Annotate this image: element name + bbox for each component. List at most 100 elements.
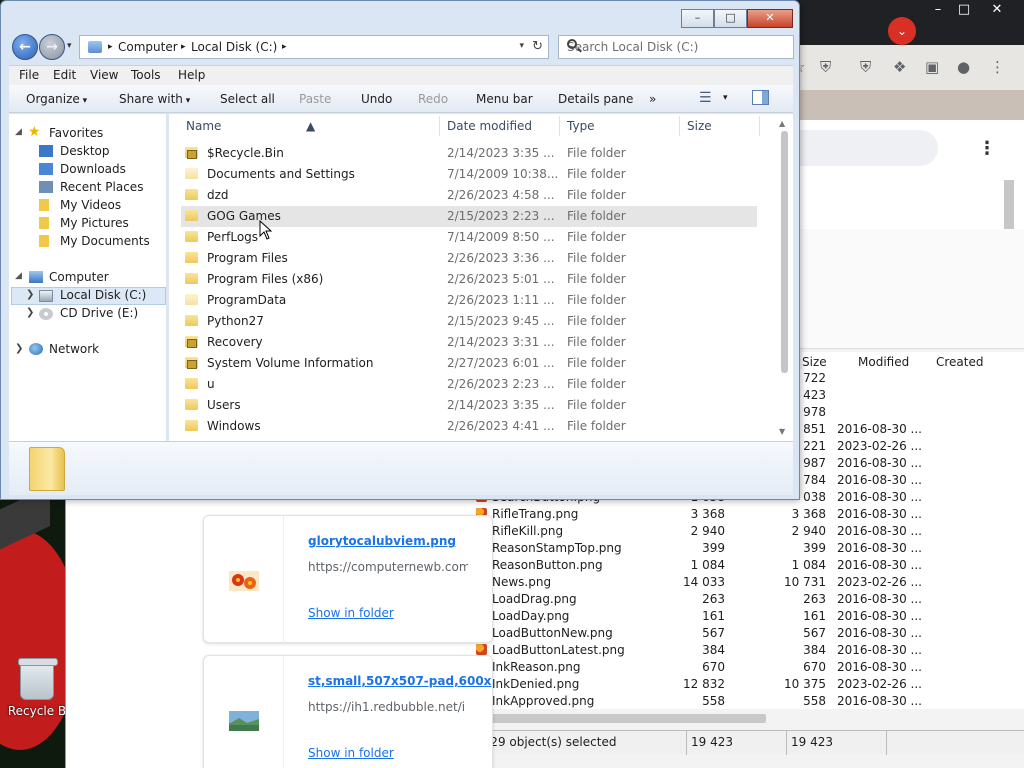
breadcrumb-chevron-icon[interactable]: ▸ xyxy=(181,42,186,52)
recycle-bin-shortcut[interactable]: Recycle B xyxy=(6,658,68,718)
nav-local-disk[interactable]: Local Disk (C:) xyxy=(60,288,146,302)
breadcrumb-local-disk[interactable]: Local Disk (C:) xyxy=(191,40,277,54)
menu-bar-button[interactable]: Menu bar xyxy=(476,92,533,106)
close-button[interactable]: ✕ xyxy=(747,9,793,28)
nav-computer[interactable]: Computer xyxy=(49,270,109,284)
preview-pane-icon[interactable] xyxy=(752,90,769,105)
file-row[interactable]: ProgramData 2/26/2023 1:11 ... File folder xyxy=(181,290,757,311)
organize-button[interactable]: Organize xyxy=(26,92,87,106)
select-all-button[interactable]: Select all xyxy=(220,92,275,106)
chrome-menu-icon[interactable]: ⋮ xyxy=(990,58,1005,76)
menu-edit[interactable]: Edit xyxy=(53,68,76,82)
profile-icon[interactable]: ● xyxy=(957,58,970,76)
show-in-folder-link[interactable]: Show in folder xyxy=(308,746,394,760)
file-row[interactable]: System Volume Information 2/27/2023 6:01 … xyxy=(181,353,757,374)
menu-file[interactable]: File xyxy=(19,68,39,82)
details-pane-button[interactable]: Details pane xyxy=(558,92,633,106)
file-list-scrollbar[interactable]: ▲ ▼ xyxy=(779,119,789,439)
view-options-icon[interactable]: ☰ xyxy=(699,90,712,106)
chrome-profile-badge[interactable]: ⌄ xyxy=(888,17,916,45)
network-expand-icon[interactable]: ❯ xyxy=(15,343,23,354)
breadcrumb-chevron-icon[interactable]: ▸ xyxy=(282,42,287,52)
scroll-up-icon[interactable]: ▲ xyxy=(779,119,785,128)
file-row[interactable]: Python27 2/15/2023 9:45 ... File folder xyxy=(181,311,757,332)
local-disk-expand-icon[interactable]: ❯ xyxy=(26,289,34,300)
menu-tools[interactable]: Tools xyxy=(131,68,161,82)
nav-favorites[interactable]: Favorites xyxy=(49,126,103,140)
column-divider[interactable] xyxy=(679,116,680,136)
download-filename-link[interactable]: st,small,507x507-pad,600x xyxy=(308,674,491,688)
computer-expand-icon[interactable]: ◢ xyxy=(15,271,22,281)
file-row[interactable]: Users 2/14/2023 3:35 ... File folder xyxy=(181,395,757,416)
minimize-button[interactable]: – xyxy=(681,9,714,28)
file-manager-row[interactable]: LoadDrag.png 263 263 2016-08-30 ... xyxy=(466,592,1024,609)
nav-cd-drive[interactable]: CD Drive (E:) xyxy=(60,306,138,320)
file-manager-row[interactable]: ReasonStampTop.png 399 399 2016-08-30 ... xyxy=(466,541,1024,558)
search-icon[interactable] xyxy=(567,39,577,49)
nav-desktop[interactable]: Desktop xyxy=(60,144,110,158)
address-history-chevron-icon[interactable]: ▾ xyxy=(519,41,524,51)
column-name[interactable]: Name xyxy=(186,119,221,133)
favorites-expand-icon[interactable]: ◢ xyxy=(15,127,22,137)
forward-arrow-icon[interactable]: → xyxy=(39,34,65,60)
menu-view[interactable]: View xyxy=(90,68,118,82)
file-manager-hscrollbar[interactable] xyxy=(476,714,766,723)
column-divider[interactable] xyxy=(759,116,760,136)
refresh-icon[interactable]: ↻ xyxy=(532,39,543,54)
nav-network[interactable]: Network xyxy=(49,342,99,356)
column-modified[interactable]: Modified xyxy=(858,355,909,369)
file-row[interactable]: Documents and Settings 7/14/2009 10:38...… xyxy=(181,164,757,185)
column-size[interactable]: Size xyxy=(687,119,712,133)
file-row[interactable]: Program Files (x86) 2/26/2023 5:01 ... Fil… xyxy=(181,269,757,290)
file-manager-row[interactable]: ReasonButton.png 1 084 1 084 2016-08-30 ... xyxy=(466,558,1024,575)
column-date-modified[interactable]: Date modified xyxy=(447,119,532,133)
share-with-button[interactable]: Share with xyxy=(119,92,190,106)
undo-button[interactable]: Undo xyxy=(361,92,392,106)
file-row[interactable]: Recovery 2/14/2023 3:31 ... File folder xyxy=(181,332,757,353)
bookmark-star-icon[interactable]: ⛨ xyxy=(820,58,831,76)
ublock-icon[interactable]: ⛨ xyxy=(860,58,871,76)
column-size[interactable]: Size xyxy=(802,355,827,369)
file-manager-row[interactable]: InkApproved.png 558 558 2016-08-30 ... xyxy=(466,694,1024,711)
nav-my-videos[interactable]: My Videos xyxy=(60,198,121,212)
more-commands-icon[interactable]: » xyxy=(649,92,656,106)
nav-downloads[interactable]: Downloads xyxy=(60,162,126,176)
column-divider[interactable] xyxy=(559,116,560,136)
show-in-folder-link[interactable]: Show in folder xyxy=(308,606,394,620)
menu-help[interactable]: Help xyxy=(178,68,205,82)
back-arrow-icon[interactable]: ← xyxy=(12,34,38,60)
chrome-scrollbar[interactable] xyxy=(1004,180,1014,230)
download-thumbnail[interactable] xyxy=(204,656,284,768)
file-row[interactable]: Windows 2/26/2023 4:41 ... File folder xyxy=(181,416,757,437)
scrollbar-thumb[interactable] xyxy=(781,131,788,373)
address-bar[interactable]: ▸ Computer ▸ Local Disk (C:) ▸ ▾ ↻ xyxy=(79,35,549,59)
file-row[interactable]: Program Files 2/26/2023 3:36 ... File fold… xyxy=(181,248,757,269)
file-manager-row[interactable]: InkReason.png 670 670 2016-08-30 ... xyxy=(466,660,1024,677)
file-row[interactable]: dzd 2/26/2023 4:58 ... File folder xyxy=(181,185,757,206)
search-input[interactable]: Search Local Disk (C:) xyxy=(558,35,794,59)
cd-drive-expand-icon[interactable]: ❯ xyxy=(26,307,34,318)
breadcrumb-chevron-icon[interactable]: ▸ xyxy=(108,42,113,52)
nav-my-pictures[interactable]: My Pictures xyxy=(60,216,129,230)
file-row[interactable]: $Recycle.Bin 2/14/2023 3:35 ... File folde… xyxy=(181,143,757,164)
file-manager-row[interactable]: LoadDay.png 161 161 2016-08-30 ... xyxy=(466,609,1024,626)
file-manager-row[interactable]: News.png 14 033 10 731 2023-02-26 ... xyxy=(466,575,1024,592)
page-menu-icon[interactable]: ⋮ xyxy=(978,138,996,159)
download-thumbnail[interactable] xyxy=(204,516,284,644)
extensions-icon[interactable]: ❖ xyxy=(893,58,906,76)
view-options-chevron-icon[interactable]: ▾ xyxy=(723,93,728,103)
maximize-button[interactable]: □ xyxy=(714,9,747,28)
nav-recent-places[interactable]: Recent Places xyxy=(60,180,143,194)
chrome-close-button[interactable]: ✕ xyxy=(982,2,1012,17)
scroll-down-icon[interactable]: ▼ xyxy=(779,427,785,436)
file-manager-row[interactable]: RifleKill.png 2 940 2 940 2016-08-30 ... xyxy=(466,524,1024,541)
chrome-search-pill[interactable] xyxy=(790,130,938,166)
paste-button[interactable]: Paste xyxy=(299,92,331,106)
column-type[interactable]: Type xyxy=(567,119,595,133)
column-created[interactable]: Created xyxy=(936,355,984,369)
file-manager-row[interactable]: RifleTrang.png 3 368 3 368 2016-08-30 ... xyxy=(466,507,1024,524)
redo-button[interactable]: Redo xyxy=(418,92,448,106)
file-manager-row[interactable]: LoadButtonNew.png 567 567 2016-08-30 ... xyxy=(466,626,1024,643)
sidepanel-icon[interactable]: ▣ xyxy=(925,58,939,76)
file-manager-row[interactable]: LoadButtonLatest.png 384 384 2016-08-30 ... xyxy=(466,643,1024,660)
